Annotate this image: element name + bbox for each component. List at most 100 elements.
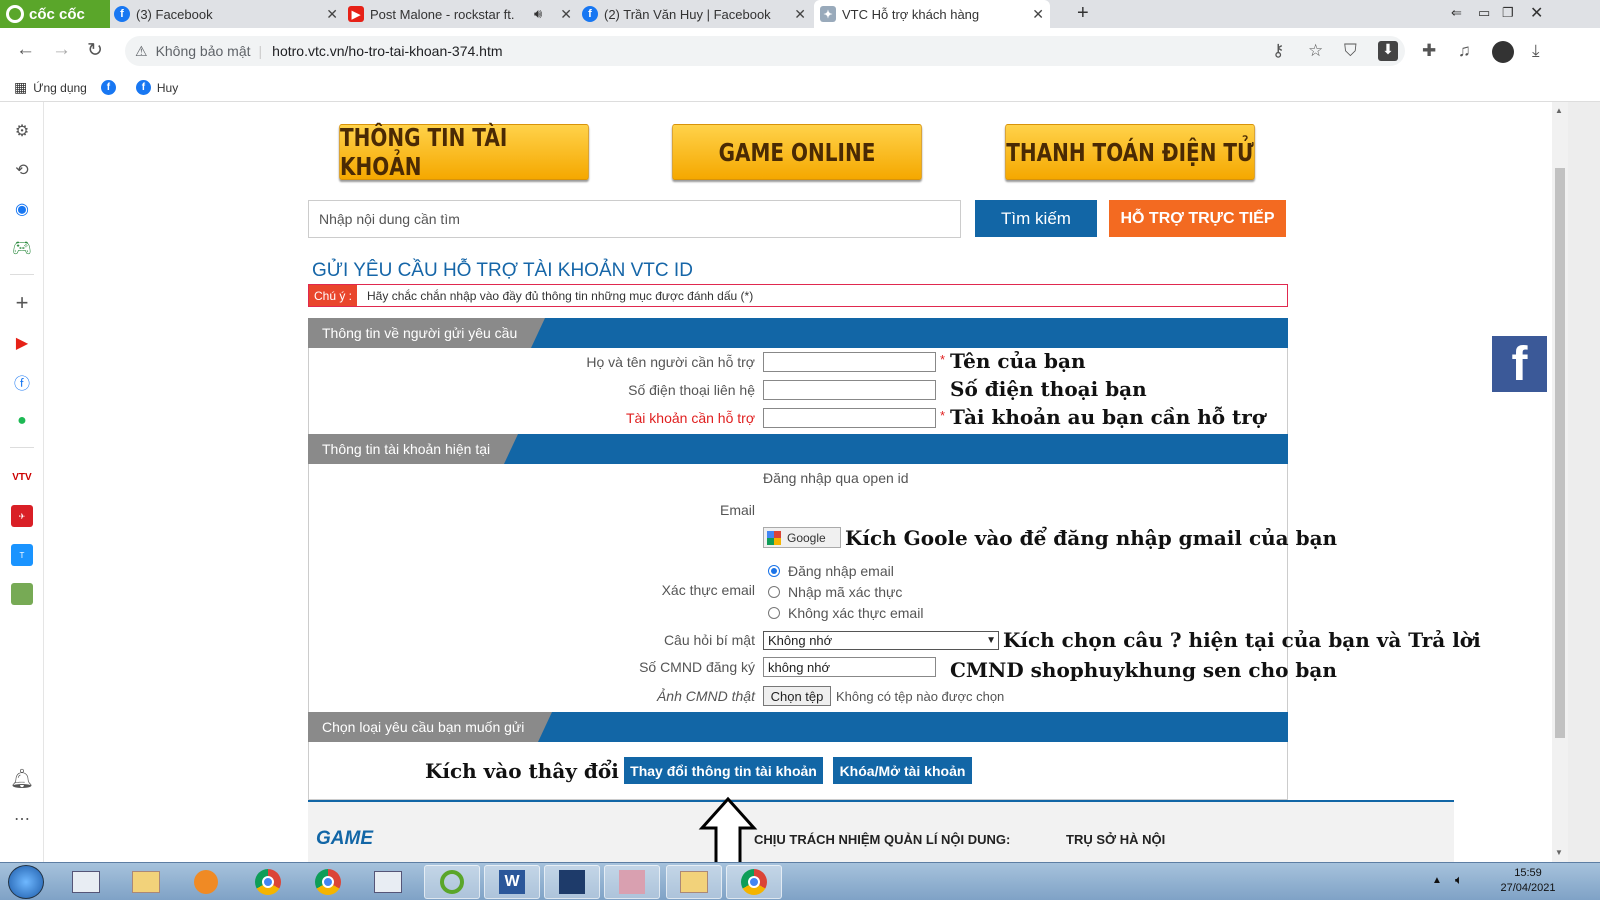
- warning-icon: ⚠: [135, 42, 148, 59]
- nav-account-info[interactable]: THÔNG TIN TÀI KHOẢN: [339, 123, 589, 181]
- game-icon[interactable]: [11, 583, 33, 605]
- taskbar-word[interactable]: W: [484, 865, 540, 899]
- bookmark-facebook[interactable]: f: [100, 80, 122, 95]
- annotation-arrow: [698, 796, 758, 862]
- search-input[interactable]: Nhập nội dung cần tìm: [308, 200, 961, 238]
- id-number-field[interactable]: không nhớ: [763, 657, 936, 677]
- notification-bell-icon[interactable]: 🔔︎: [10, 768, 34, 790]
- spotify-icon[interactable]: ●: [11, 410, 33, 432]
- nav-e-payment[interactable]: THANH TOÁN ĐIỆN TỬ: [1005, 124, 1255, 180]
- vietjet-icon[interactable]: ✈: [11, 505, 33, 527]
- tab-facebook-profile[interactable]: f (2) Trần Văn Huy | Facebook ✕: [582, 0, 812, 28]
- new-tab-icon[interactable]: +: [1077, 2, 1089, 25]
- search-button[interactable]: Tìm kiếm: [975, 200, 1097, 237]
- close-tab-icon[interactable]: ✕: [326, 6, 338, 23]
- taskbar-chrome-active[interactable]: [726, 865, 782, 899]
- address-bar[interactable]: ⚠ Không bảo mật | hotro.vtc.vn/ho-tro-ta…: [125, 36, 1405, 66]
- tab-youtube[interactable]: ▶ Post Malone - rockstar ft. 🔊︎ ✕: [348, 0, 578, 28]
- taskbar-media-player[interactable]: [178, 865, 234, 899]
- tab-vtc[interactable]: ✦ VTC Hỗ trợ khách hàng ✕: [814, 0, 1050, 28]
- bookmark-star-icon[interactable]: ☆: [1308, 41, 1323, 61]
- scroll-down-icon[interactable]: ▼: [1555, 848, 1563, 857]
- tab-facebook[interactable]: f (3) Facebook ✕: [114, 0, 344, 28]
- secret-question-select[interactable]: Không nhớ ▼: [763, 631, 999, 650]
- gamepad-icon[interactable]: 🎮︎: [11, 237, 33, 259]
- verify-option-code[interactable]: Nhập mã xác thực: [768, 584, 902, 600]
- messenger-icon[interactable]: ◉: [11, 198, 33, 220]
- tray-arrow-icon[interactable]: ▲: [1432, 875, 1442, 886]
- settings-gear-icon[interactable]: ⚙: [11, 120, 33, 142]
- download-extension-icon[interactable]: ⬇: [1378, 41, 1398, 61]
- add-icon[interactable]: +: [11, 290, 33, 315]
- profile-avatar[interactable]: [1492, 41, 1514, 63]
- back-arrow-icon[interactable]: ⇐: [1451, 5, 1462, 21]
- back-icon[interactable]: ←: [16, 39, 35, 61]
- choose-file-button[interactable]: Chọn tệp: [763, 686, 831, 706]
- phone-label: Số điện thoại liên hệ: [628, 382, 755, 398]
- scroll-thumb[interactable]: [1555, 168, 1565, 738]
- live-support-button[interactable]: HỖ TRỢ TRỰC TIẾP: [1109, 200, 1286, 237]
- bookmark-apps[interactable]: ▦ Ứng dụng: [14, 79, 87, 96]
- google-login-button[interactable]: Google: [763, 527, 841, 548]
- fullname-field[interactable]: [763, 352, 936, 372]
- history-icon[interactable]: ⟲: [11, 159, 33, 181]
- taskbar-clock[interactable]: 15:59 27/04/2021: [1488, 866, 1568, 896]
- forward-icon[interactable]: →: [52, 39, 71, 61]
- chrome-icon: [255, 869, 281, 895]
- close-tab-icon[interactable]: ✕: [794, 6, 806, 23]
- url-text[interactable]: hotro.vtc.vn/ho-tro-tai-khoan-374.htm: [272, 43, 502, 59]
- page-scrollbar[interactable]: ▲ ▼: [1552, 102, 1568, 862]
- facebook-icon[interactable]: ⓕ: [11, 371, 33, 393]
- section-title: Thông tin về người gửi yêu cầu: [308, 318, 546, 348]
- taskbar-app-2[interactable]: [360, 865, 416, 899]
- lock-unlock-account-button[interactable]: Khóa/Mở tài khoản: [833, 757, 972, 784]
- section-request-type-header: Chọn loại yêu cầu bạn muốn gửi: [308, 712, 1288, 742]
- volume-icon[interactable]: 🔈︎: [1455, 872, 1463, 888]
- phone-field[interactable]: [763, 380, 936, 400]
- change-account-info-button[interactable]: Thay đổi thông tin tài khoản: [624, 757, 823, 784]
- bookmark-huy[interactable]: f Huy: [135, 80, 178, 95]
- close-tab-icon[interactable]: ✕: [1032, 6, 1044, 23]
- radio-selected: [768, 565, 780, 577]
- close-tab-icon[interactable]: ✕: [560, 6, 572, 23]
- coccoc-logo[interactable]: cốc cốc: [0, 0, 110, 28]
- reload-icon[interactable]: ↻: [87, 39, 103, 62]
- taskbar-app-1[interactable]: [58, 865, 114, 899]
- taskbar-explorer[interactable]: [118, 865, 174, 899]
- taskbar-explorer-2[interactable]: [666, 865, 722, 899]
- downloads-icon[interactable]: ⤓: [1532, 41, 1540, 61]
- security-label[interactable]: Không bảo mật: [156, 43, 251, 59]
- word-icon: W: [499, 870, 525, 894]
- tiki-icon[interactable]: T: [11, 544, 33, 566]
- taskbar-coccoc[interactable]: [424, 865, 480, 899]
- taskbar-app-3[interactable]: [544, 865, 600, 899]
- facebook-icon: f: [582, 6, 598, 22]
- account-field[interactable]: [763, 408, 936, 428]
- start-button[interactable]: [8, 865, 44, 899]
- vtv-icon[interactable]: VTV: [11, 466, 33, 488]
- minimize-icon[interactable]: ▭: [1478, 5, 1490, 21]
- section-title: Chọn loại yêu cầu bạn muốn gửi: [308, 712, 553, 742]
- verify-option-none[interactable]: Không xác thực email: [768, 605, 923, 621]
- youtube-icon[interactable]: ▶: [11, 332, 33, 354]
- scroll-up-icon[interactable]: ▲: [1555, 106, 1563, 115]
- more-icon[interactable]: ⋯: [11, 808, 33, 830]
- nav-game-online[interactable]: GAME ONLINE: [672, 124, 922, 180]
- id-number-value: không nhớ: [768, 659, 831, 675]
- annotation-phone: Số điện thoại bạn: [950, 377, 1147, 401]
- search-placeholder: Nhập nội dung cần tìm: [319, 211, 460, 227]
- facebook-float-icon[interactable]: f: [1492, 336, 1547, 392]
- email-label: Email: [719, 502, 755, 518]
- close-window-icon[interactable]: ✕: [1530, 3, 1543, 23]
- verify-option-login-email[interactable]: Đăng nhập email: [768, 563, 894, 579]
- bookmarks-bar: ▦ Ứng dụng f f Huy: [0, 74, 1600, 102]
- extensions-icon[interactable]: ✚: [1422, 41, 1436, 61]
- speaker-icon[interactable]: 🔊︎: [534, 6, 542, 22]
- taskbar-chrome-2[interactable]: [300, 865, 356, 899]
- restore-icon[interactable]: ❐: [1502, 5, 1514, 21]
- key-icon[interactable]: ⚷: [1272, 41, 1284, 61]
- media-icon[interactable]: ♫: [1458, 41, 1471, 61]
- shield-icon[interactable]: ⛉: [1344, 41, 1357, 61]
- taskbar-game[interactable]: [604, 865, 660, 899]
- taskbar-chrome[interactable]: [240, 865, 296, 899]
